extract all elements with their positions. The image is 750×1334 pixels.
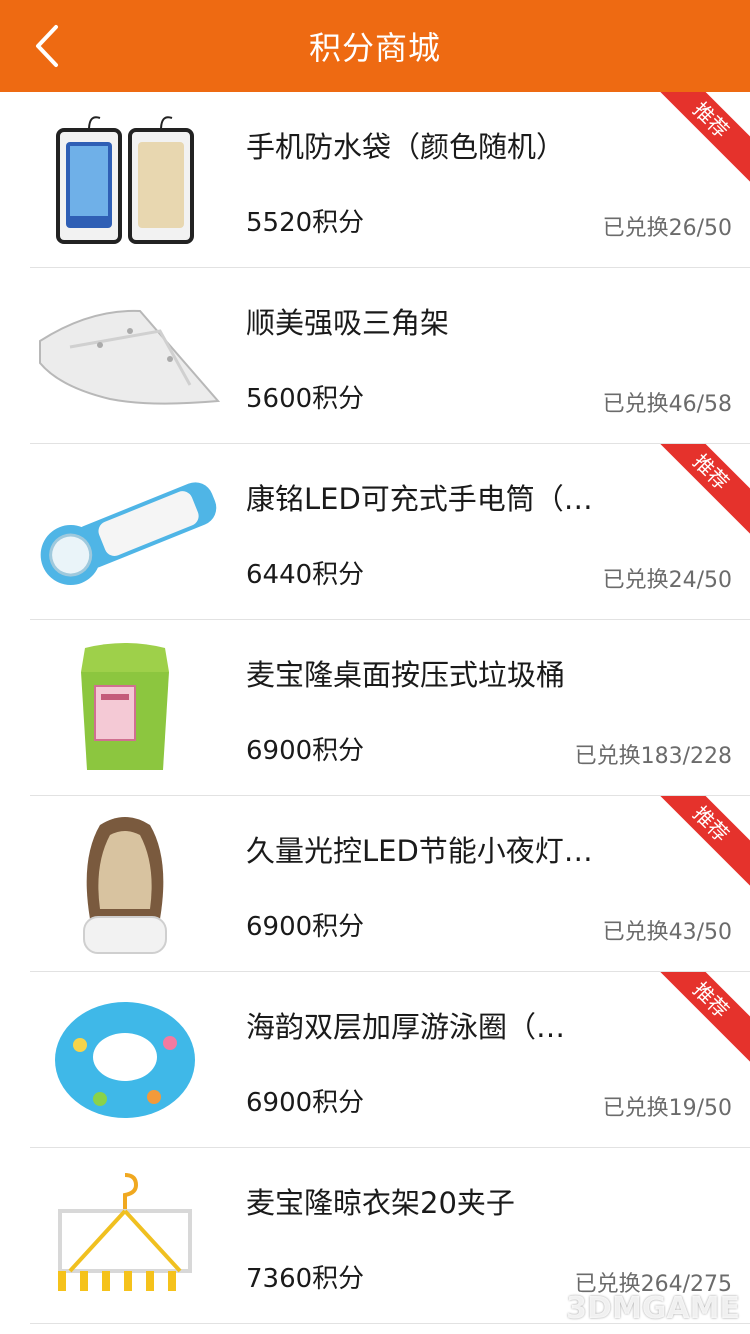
back-button[interactable] <box>22 18 72 74</box>
product-name: 久量光控LED节能小夜灯… <box>246 834 593 868</box>
recommend-badge: 推荐 <box>639 972 750 1072</box>
product-list: 手机防水袋（颜色随机） 5520积分 已兑换26/50 推荐 顺美强吸三角架 5… <box>0 92 750 1324</box>
exchange-count: 已兑换46/58 <box>602 392 732 417</box>
list-item[interactable]: 顺美强吸三角架 5600积分 已兑换46/58 <box>30 268 750 444</box>
product-points: 7360积分 <box>246 1264 365 1294</box>
exchange-count: 已兑换43/50 <box>602 920 732 945</box>
product-points: 5520积分 <box>246 208 365 238</box>
list-item[interactable]: 麦宝隆桌面按压式垃圾桶 6900积分 已兑换183/228 <box>30 620 750 796</box>
product-name: 海韵双层加厚游泳圈（… <box>246 1010 566 1044</box>
night-light-icon <box>30 810 220 958</box>
exchange-count: 已兑换19/50 <box>602 1096 732 1121</box>
product-points: 6900积分 <box>246 1088 365 1118</box>
product-name: 麦宝隆桌面按压式垃圾桶 <box>246 658 566 692</box>
product-name: 麦宝隆晾衣架20夹子 <box>246 1186 515 1220</box>
product-points: 6900积分 <box>246 912 365 942</box>
flashlight-icon <box>30 458 220 606</box>
recommend-badge: 推荐 <box>639 796 750 896</box>
product-name: 顺美强吸三角架 <box>246 306 450 340</box>
recommend-badge: 推荐 <box>639 92 750 192</box>
page-title: 积分商城 <box>308 29 441 67</box>
waterproof-bag-icon <box>30 106 220 254</box>
product-points: 6440积分 <box>246 560 365 590</box>
chevron-left-icon <box>36 25 58 67</box>
watermark: 3DMGAME <box>566 1291 740 1326</box>
product-points: 6900积分 <box>246 736 365 766</box>
swim-ring-icon <box>30 986 220 1134</box>
list-item[interactable]: 康铭LED可充式手电筒（… 6440积分 已兑换24/50 推荐 <box>30 444 750 620</box>
exchange-count: 已兑换24/50 <box>602 568 732 593</box>
clothes-hanger-icon <box>30 1162 220 1310</box>
trash-bin-icon <box>30 634 220 782</box>
corner-shelf-icon <box>30 282 220 430</box>
recommend-badge: 推荐 <box>639 444 750 544</box>
product-name: 手机防水袋（颜色随机） <box>246 130 566 164</box>
exchange-count: 已兑换183/228 <box>574 744 732 769</box>
nav-bar: 积分商城 <box>0 0 750 92</box>
list-item[interactable]: 海韵双层加厚游泳圈（… 6900积分 已兑换19/50 推荐 <box>30 972 750 1148</box>
list-item[interactable]: 手机防水袋（颜色随机） 5520积分 已兑换26/50 推荐 <box>30 92 750 268</box>
list-item[interactable]: 久量光控LED节能小夜灯… 6900积分 已兑换43/50 推荐 <box>30 796 750 972</box>
product-name: 康铭LED可充式手电筒（… <box>246 482 593 516</box>
product-points: 5600积分 <box>246 384 365 414</box>
exchange-count: 已兑换26/50 <box>602 216 732 241</box>
